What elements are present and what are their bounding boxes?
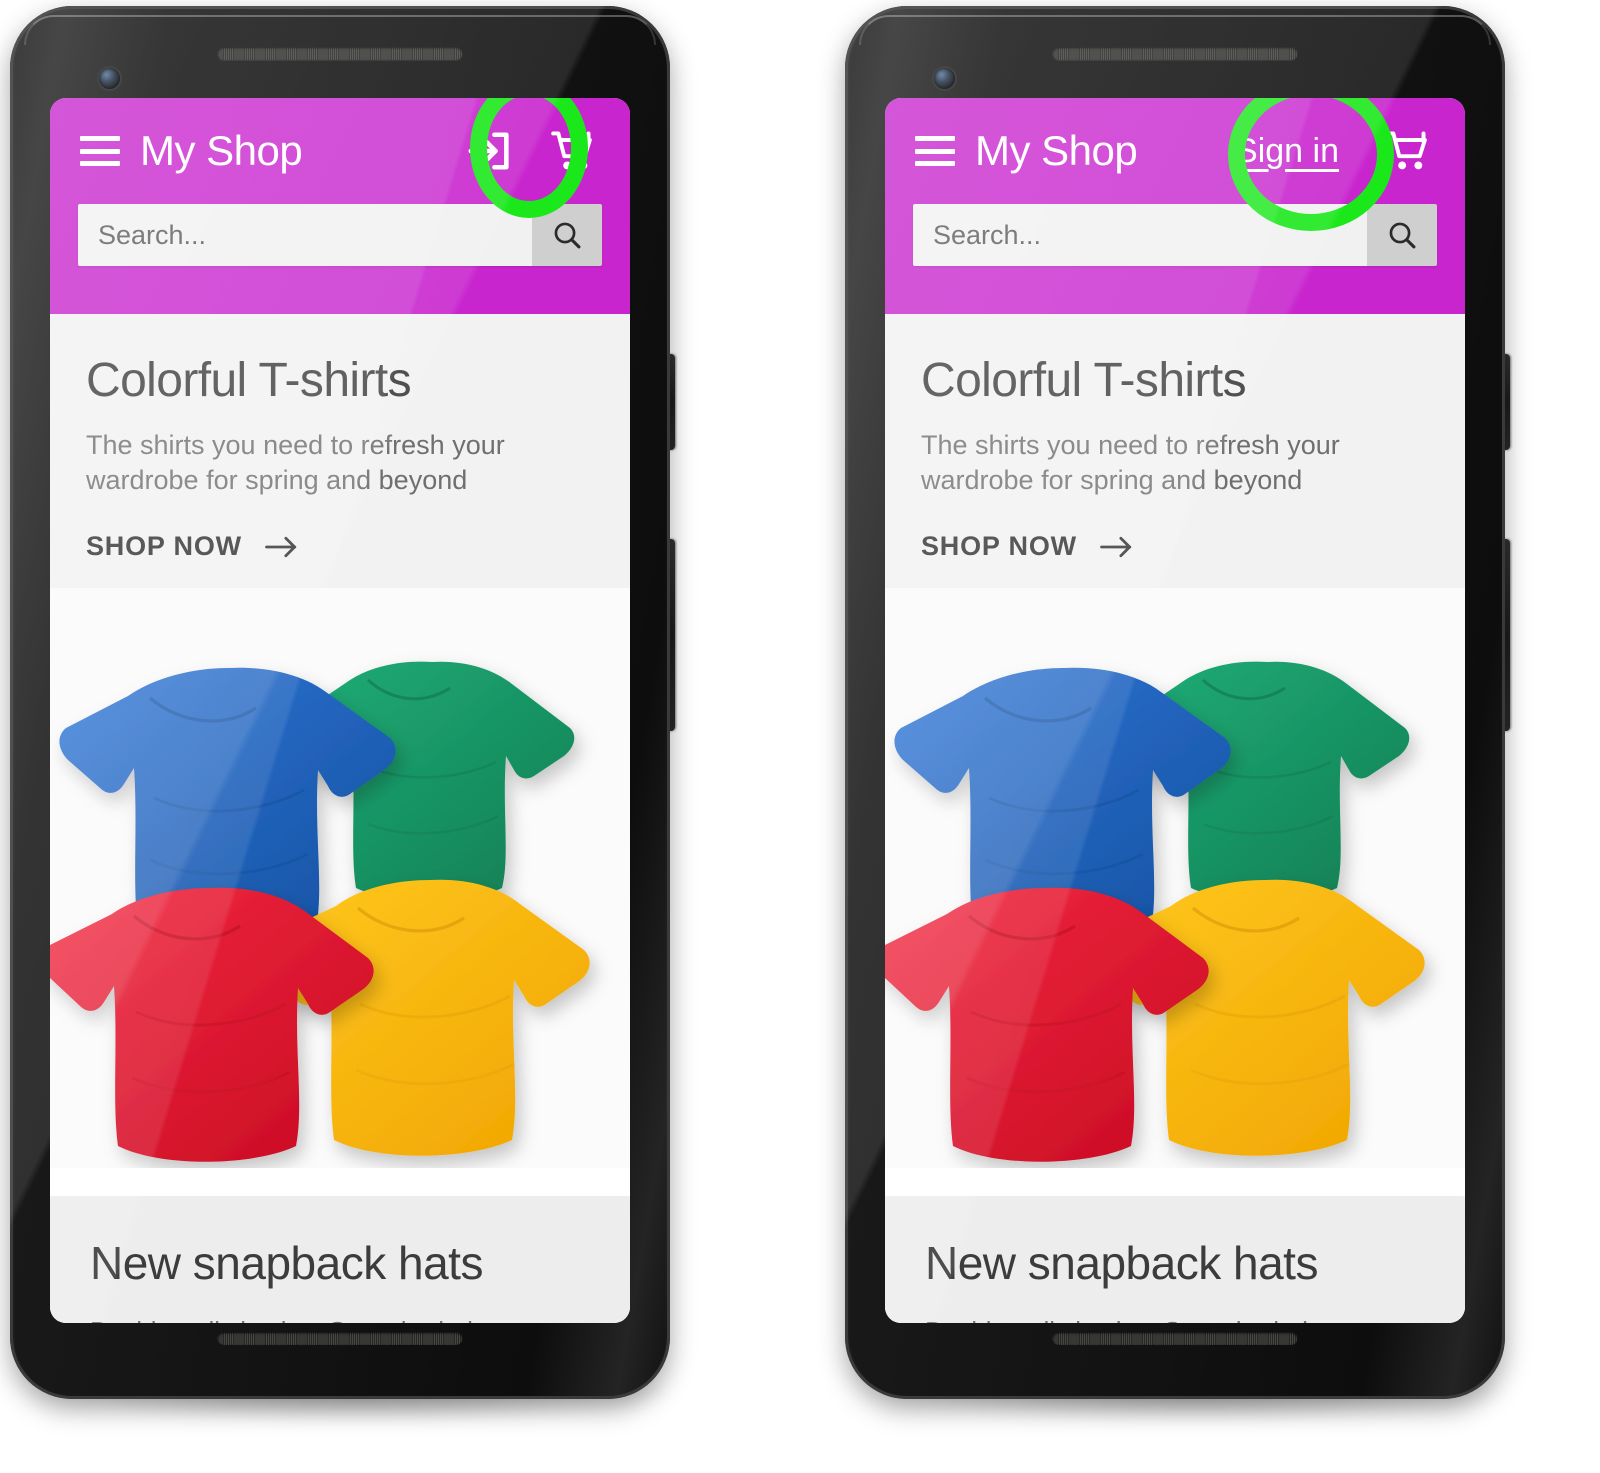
shop-now-label: SHOP NOW	[921, 531, 1077, 562]
hamburger-bar	[80, 148, 120, 154]
phone-body-left: My Shop Search... Colorful T-shirts The …	[10, 6, 670, 1399]
hero-title: Colorful T-shirts	[921, 354, 1247, 407]
hamburger-bar	[80, 161, 120, 166]
hero-title: Colorful T-shirts	[86, 354, 412, 407]
hero-card: Colorful T-shirts The shirts you need to…	[885, 314, 1465, 563]
comparison-stage: My Shop Search... Colorful T-shirts The …	[0, 0, 1600, 1473]
app-bar: My Shop	[50, 98, 630, 314]
product-photo	[50, 588, 630, 1169]
shop-now-link[interactable]: SHOP NOW	[86, 531, 594, 562]
hamburger-menu-icon[interactable]	[915, 136, 955, 166]
tshirts-illustration	[885, 588, 1465, 1169]
hamburger-bar	[915, 136, 955, 141]
next-section-subtitle: Dashing, distinctive. Stay shaded on sun…	[925, 1316, 1425, 1323]
login-arrow-into-bracket-icon	[468, 132, 509, 170]
tshirts-illustration	[50, 588, 630, 1169]
phone-body-right: My Shop Sign in Search... Colorful T-shi…	[845, 6, 1505, 1399]
section-divider	[50, 1168, 630, 1197]
shop-now-link[interactable]: SHOP NOW	[921, 531, 1429, 562]
search-bar	[913, 204, 1437, 266]
phone-right: My Shop Sign in Search... Colorful T-shi…	[845, 6, 1545, 1426]
search-magnifier-icon	[554, 222, 581, 249]
bottom-speaker-grille	[1052, 1332, 1298, 1345]
search-input[interactable]	[78, 204, 532, 266]
next-section-title: New snapback hats	[90, 1237, 483, 1290]
phone-left: My Shop Search... Colorful T-shirts The …	[10, 6, 710, 1426]
search-submit-button[interactable]	[532, 204, 602, 266]
cart-button[interactable]	[542, 120, 604, 182]
app-title: My Shop	[975, 127, 1138, 174]
glass-rim	[859, 15, 1491, 45]
hero-card: Colorful T-shirts The shirts you need to…	[50, 314, 630, 563]
sign-in-link[interactable]: Sign in	[1213, 116, 1361, 186]
shopping-cart-icon	[551, 131, 592, 170]
screen-left: My Shop Search... Colorful T-shirts The …	[50, 98, 630, 1323]
cart-button[interactable]	[1377, 120, 1439, 182]
hero-subtitle: The shirts you need to refresh your ward…	[921, 430, 1340, 495]
product-photo	[885, 588, 1465, 1169]
page-content: Colorful T-shirts The shirts you need to…	[50, 314, 630, 1323]
screen-right: My Shop Sign in Search... Colorful T-shi…	[885, 98, 1465, 1323]
app-bar-row: My Shop	[50, 98, 630, 204]
earpiece-speaker	[1052, 47, 1298, 60]
search-magnifier-icon	[1389, 222, 1416, 249]
bottom-speaker-grille	[217, 1332, 463, 1345]
next-section-card: New snapback hats Dashing, distinctive. …	[50, 1196, 630, 1323]
search-bar	[78, 204, 602, 266]
glass-rim	[24, 15, 656, 45]
shopping-cart-icon	[1386, 131, 1427, 170]
hamburger-bar	[80, 136, 120, 141]
section-divider	[885, 1168, 1465, 1197]
hamburger-bar	[915, 148, 955, 154]
search-input[interactable]	[913, 204, 1367, 266]
app-bar: My Shop Sign in	[885, 98, 1465, 314]
hamburger-bar	[915, 161, 955, 166]
next-section-title: New snapback hats	[925, 1237, 1318, 1290]
hero-subtitle: The shirts you need to refresh your ward…	[86, 430, 505, 495]
login-icon-button[interactable]	[452, 116, 526, 186]
arrow-right-icon	[1100, 536, 1132, 558]
sign-in-label: Sign in	[1235, 131, 1339, 170]
search-submit-button[interactable]	[1367, 204, 1437, 266]
page-content: Colorful T-shirts The shirts you need to…	[885, 314, 1465, 1323]
next-section-card: New snapback hats Dashing, distinctive. …	[885, 1196, 1465, 1323]
shop-now-label: SHOP NOW	[86, 531, 242, 562]
hamburger-menu-icon[interactable]	[80, 136, 120, 166]
next-section-subtitle: Dashing, distinctive. Stay shaded on sun…	[90, 1316, 590, 1323]
app-bar-row: My Shop Sign in	[885, 98, 1465, 204]
arrow-right-icon	[265, 536, 297, 558]
front-camera-icon	[99, 68, 120, 89]
front-camera-icon	[934, 68, 955, 89]
app-title: My Shop	[140, 127, 303, 174]
earpiece-speaker	[217, 47, 463, 60]
